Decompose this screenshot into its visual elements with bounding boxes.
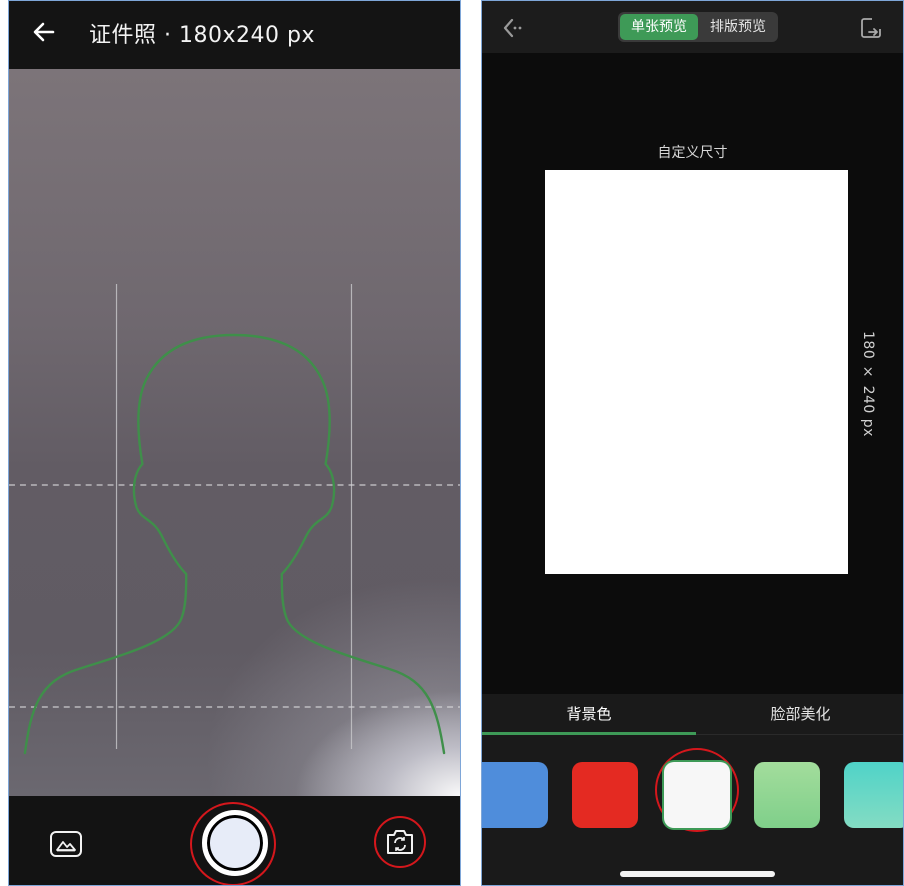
swatch-teal-gradient[interactable] [844, 762, 903, 828]
active-tab-indicator [482, 732, 696, 735]
back-arrow-icon[interactable] [500, 15, 526, 41]
head-shoulders-guide [23, 333, 446, 755]
camera-bottom-bar [9, 796, 460, 885]
swatch-blue[interactable] [482, 762, 548, 828]
shutter-button[interactable] [202, 810, 268, 876]
edit-panel: 背景色 脸部美化 [482, 694, 903, 885]
swatch-green-gradient[interactable] [754, 762, 820, 828]
preview-mode-toggle: 单张预览 排版预览 [618, 12, 778, 42]
tab-background-color[interactable]: 背景色 [482, 694, 696, 734]
size-label: 自定义尺寸 [657, 145, 728, 161]
tab-single-preview[interactable]: 单张预览 [620, 14, 698, 40]
camera-flip-icon[interactable] [384, 827, 416, 857]
viewfinder-overlay [9, 284, 460, 755]
tab-face-beauty[interactable]: 脸部美化 [696, 694, 903, 734]
camera-viewfinder[interactable] [9, 69, 460, 796]
camera-screen: 证件照 · 180x240 px [8, 0, 461, 886]
home-indicator [620, 871, 775, 877]
dimension-label: 180 × 240 px [860, 331, 876, 437]
tab-layout-preview[interactable]: 排版预览 [700, 14, 776, 40]
photo-preview [545, 170, 848, 574]
gallery-icon[interactable] [49, 830, 83, 858]
page-title: 证件照 · 180x240 px [89, 23, 315, 48]
arrow-left-icon[interactable] [31, 19, 57, 45]
preview-top-bar: 单张预览 排版预览 [482, 1, 903, 53]
swatch-white[interactable] [664, 762, 730, 828]
camera-top-bar: 证件照 · 180x240 px [9, 1, 460, 69]
preview-screen: 单张预览 排版预览 自定义尺寸 180 × 240 px 背景色 脸部美化 [481, 0, 904, 886]
export-icon[interactable] [860, 17, 882, 39]
swatch-red[interactable] [572, 762, 638, 828]
